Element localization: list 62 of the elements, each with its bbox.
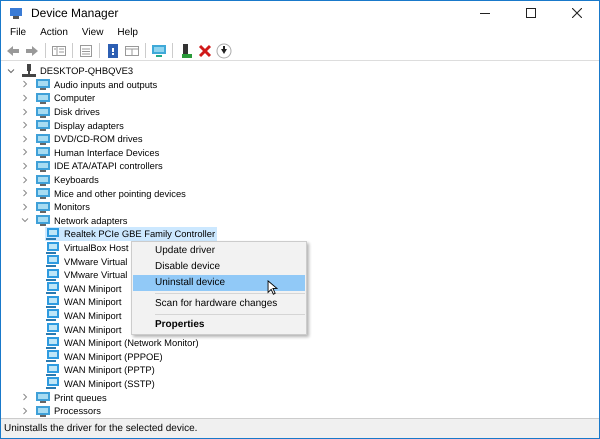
tree-item[interactable]: Disk drives [54,106,100,118]
network-adapter-icon [45,253,61,270]
network-adapter-icon [45,375,61,392]
network-adapter-icon [45,348,61,364]
tree-item[interactable]: Monitors [54,201,90,212]
cursor-icon [267,280,278,296]
list-icon[interactable] [78,42,94,58]
menu-item[interactable]: File [3,27,34,38]
tree-item[interactable]: WAN Miniport [45,282,124,296]
network-adapter-icon [45,321,61,338]
tree-item[interactable]: Keyboards [54,174,99,186]
device-icon [35,144,51,160]
tree-item[interactable]: DVD/CD-ROM drives [54,133,143,144]
window-title: Device Manager [31,6,118,20]
network-adapter-icon [45,362,61,378]
device-icon [35,389,51,406]
tree-item[interactable]: WAN Miniport [45,308,124,322]
tree-item[interactable]: WAN Miniport (SSTP) [45,376,157,390]
network-adapter-icon [45,240,61,256]
tree-item[interactable]: WAN Miniport [45,295,124,309]
menu-item[interactable]: Properties [133,317,305,333]
tree-item[interactable]: VirtualBox Host [45,240,130,254]
tree-item[interactable]: Print queues [54,392,107,403]
device-icon [35,185,51,202]
menu-item[interactable]: Uninstall device [133,275,305,291]
close-icon[interactable] [572,8,582,18]
device-icon [35,76,51,92]
tree-item[interactable]: WAN Miniport (Network Monitor) [45,336,201,350]
network-adapter-icon [45,294,61,310]
tree-item[interactable]: DESKTOP-QHBQVE3 [40,65,134,76]
network-adapter-icon [45,334,61,351]
tree-item[interactable]: Computer [54,92,96,104]
tree-item[interactable]: WAN Miniport (PPTP) [45,363,157,377]
monitor-icon[interactable] [151,42,167,58]
device-icon [35,117,51,134]
network-adapter-icon [45,266,61,283]
tree-item[interactable]: WAN Miniport [45,322,124,336]
menu-item[interactable]: View [74,27,110,38]
network-adapter-icon [45,307,61,324]
tree-item[interactable]: VMware Virtual [45,254,130,268]
status-text: Uninstalls the driver for the selected device. [4,423,198,434]
tree-item[interactable]: VMware Virtual [45,268,130,282]
download-icon[interactable] [216,42,232,58]
network-adapter-icon [45,226,61,242]
menu-item[interactable]: Action [33,27,75,38]
tree-item[interactable]: IDE ATA/ATAPI controllers [54,160,163,172]
menu-item[interactable]: Help [110,27,145,38]
maximize-icon[interactable] [526,8,536,18]
tree-item[interactable]: Display adapters [54,120,124,131]
menu-item[interactable]: Update driver [133,243,305,259]
tree-item[interactable]: Human Interface Devices [54,146,160,158]
tree-item[interactable]: Mice and other pointing devices [54,188,186,199]
tree-item[interactable]: Audio inputs and outputs [54,78,158,90]
menu-item[interactable]: Scan for hardware changes [133,296,305,312]
remove-icon[interactable] [197,42,213,58]
menu-item[interactable]: Disable device [133,259,305,275]
tree-item[interactable]: Processors [54,405,101,416]
network-adapter-icon [45,280,61,296]
tree-item[interactable]: WAN Miniport (PPPOE) [45,349,165,364]
device-icon [35,212,51,228]
tree-item[interactable]: Realtek PCIe GBE Family Controller [45,227,218,241]
tree-item[interactable]: Network adapters [54,214,128,226]
